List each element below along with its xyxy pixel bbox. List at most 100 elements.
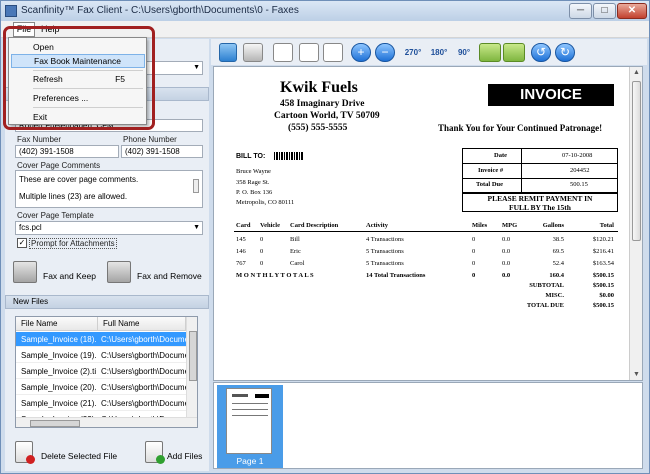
print-icon[interactable] (243, 43, 263, 62)
comments-label: Cover Page Comments (17, 161, 101, 170)
table-row[interactable]: Sample_Invoice (2).tif C:\Users\gborth\Do… (16, 364, 186, 379)
delete-selected-file-button[interactable]: Delete Selected File (41, 451, 117, 461)
chevron-down-icon: ▼ (193, 64, 200, 71)
invoice-row-cell: $163.54 (592, 260, 614, 267)
invoice-column-header: Total (599, 222, 614, 229)
file-name-cell: Sample_Invoice (21).tif (21, 399, 96, 408)
table-scroll-thumb[interactable] (189, 331, 197, 381)
rotate-90-button[interactable]: 90° (453, 43, 475, 62)
previous-page-icon[interactable] (479, 43, 501, 62)
redo-icon[interactable]: ↻ (555, 43, 575, 62)
actual-size-icon[interactable] (323, 43, 343, 62)
file-name-cell: Sample_Invoice (2).tif (21, 367, 96, 376)
preview-line (255, 394, 269, 398)
bill-city: Metropolis, CO 80111 (236, 199, 295, 206)
template-combo[interactable]: fcs.pcl ▼ (15, 221, 203, 235)
invoice-thanks: Thank You for Your Continued Patronage! (438, 123, 603, 133)
subtotal-value: $500.15 (592, 282, 614, 289)
invoice-row-cell: 0.0 (502, 260, 511, 267)
rotate-180-button[interactable]: 180° (427, 43, 451, 62)
comments-textarea[interactable]: These are cover page comments. Multiple … (15, 170, 203, 208)
save-icon[interactable] (219, 43, 237, 62)
rotate-270-button[interactable]: 270° (401, 43, 425, 62)
fax-and-remove-button[interactable]: Fax and Remove (137, 271, 202, 281)
delete-badge-icon (26, 455, 35, 464)
viewer-scroll-thumb[interactable] (632, 81, 641, 241)
bill-street: 358 Rage St. (236, 179, 270, 186)
date-value: 07-10-2008 (562, 152, 593, 159)
preview-line (232, 409, 268, 410)
undo-icon[interactable]: ↺ (531, 43, 551, 62)
invoice-column-header: Gallons (542, 222, 564, 229)
delete-file-icon[interactable] (15, 441, 35, 464)
monthly-miles: 0 (472, 272, 476, 279)
fax-number-field[interactable]: (402) 391-1508 (15, 145, 119, 158)
prompt-checkbox[interactable]: ✓ (17, 238, 27, 248)
invoice-row-cell: 4 Transactions (366, 236, 404, 243)
misc-label: MISC. (545, 292, 564, 299)
zoom-in-icon[interactable]: + (351, 43, 371, 62)
chevron-down-icon: ▼ (193, 224, 200, 231)
invoice-title: INVOICE (488, 84, 614, 106)
new-files-table[interactable]: File Name Full Name Sample_Invoice (18).… (15, 316, 198, 428)
invoice-row-cell: 0 (260, 260, 264, 267)
next-page-icon[interactable] (503, 43, 525, 62)
add-file-icon[interactable] (145, 441, 165, 464)
preview-line (232, 415, 268, 416)
invoice-address-2: Cartoon World, TV 50709 (274, 111, 380, 121)
table-row[interactable]: Sample_Invoice (19).tif C:\Users\gborth\D… (16, 348, 186, 363)
table-vertical-scrollbar[interactable] (186, 317, 197, 417)
file-name-cell: Sample_Invoice (20).tif (21, 383, 96, 392)
invoice-column-header: Miles (472, 222, 488, 229)
invoice-row-cell: 146 (236, 248, 246, 255)
invoice-row-cell: $120.21 (592, 236, 614, 243)
new-files-header: New Files (5, 295, 209, 309)
phone-number-field[interactable]: (402) 391-1508 (121, 145, 203, 158)
red-highlight-annotation (3, 26, 155, 130)
comments-scrollbar[interactable] (193, 179, 199, 193)
scroll-down-icon[interactable]: ▼ (633, 371, 640, 378)
misc-value: $0.00 (599, 292, 614, 299)
total-due-summary-value: $500.15 (592, 302, 614, 309)
invoice-column-header: Card (236, 222, 251, 229)
zoom-out-icon[interactable]: − (375, 43, 395, 62)
invoice-row-cell: $216.41 (592, 248, 614, 255)
add-files-button[interactable]: Add Files (167, 451, 202, 461)
invoice-no-value: 204452 (570, 167, 590, 174)
document-viewer[interactable]: Kwik Fuels 458 Imaginary Drive Cartoon W… (213, 66, 643, 381)
table-horizontal-scrollbar[interactable] (16, 417, 197, 427)
invoice-row-cell: 145 (236, 236, 246, 243)
fit-page-icon[interactable] (299, 43, 319, 62)
column-header-file-name[interactable]: File Name (16, 317, 98, 331)
invoice-column-header: Card Description (290, 222, 339, 229)
viewer-vertical-scrollbar[interactable]: ▲ ▼ (629, 67, 642, 380)
info-divider (521, 149, 522, 192)
fax-machine-icon[interactable] (107, 261, 131, 283)
scroll-up-icon[interactable]: ▲ (633, 69, 640, 76)
file-name-cell: Sample_Invoice (18).tif (21, 335, 96, 344)
fax-and-keep-button[interactable]: Fax and Keep (43, 271, 96, 281)
column-header-full-name[interactable]: Full Name (98, 317, 186, 331)
fit-width-icon[interactable] (273, 43, 293, 62)
bill-to-label: BILL TO: (236, 153, 266, 160)
table-hscroll-thumb[interactable] (30, 420, 80, 427)
full-name-cell: C:\Users\gborth\Documents (101, 367, 186, 376)
table-row[interactable]: Sample_Invoice (21).tif C:\Users\gborth\D… (16, 396, 186, 411)
invoice-row-cell: 0.0 (502, 248, 511, 255)
table-row[interactable]: Sample_Invoice (18).tif C:\Users\gborth\D… (16, 332, 186, 347)
invoice-row-cell: Carol (290, 260, 305, 267)
invoice-row-cell: 0 (472, 236, 476, 243)
invoice-row-cell: 767 (236, 260, 246, 267)
monthly-mpg: 0.0 (502, 272, 511, 279)
comments-line-1: These are cover page comments. (19, 175, 139, 184)
template-label: Cover Page Template (17, 211, 94, 220)
maximize-button[interactable]: □ (593, 3, 616, 19)
fax-machine-icon[interactable] (13, 261, 37, 283)
page-thumbnail[interactable]: Page 1 (217, 385, 283, 468)
full-name-cell: C:\Users\gborth\Documents (101, 351, 186, 360)
invoice-row-cell: 0 (472, 248, 476, 255)
invoice-row-cell: 0 (260, 248, 264, 255)
table-row[interactable]: Sample_Invoice (20).tif C:\Users\gborth\D… (16, 380, 186, 395)
minimize-button[interactable]: ─ (569, 3, 592, 19)
close-button[interactable]: ✕ (617, 3, 647, 19)
